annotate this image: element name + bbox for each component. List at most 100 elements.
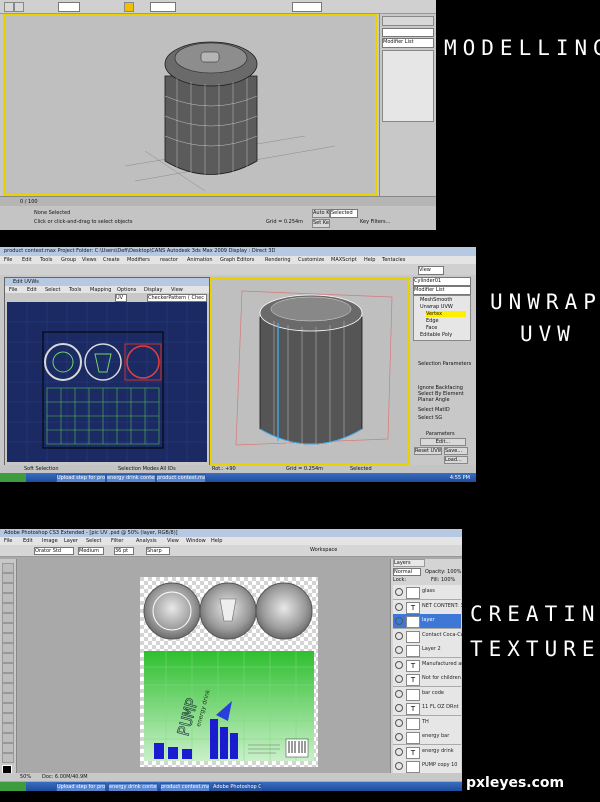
eye-icon[interactable]	[395, 602, 403, 611]
layer-row[interactable]: layer	[393, 614, 461, 629]
menu-item[interactable]: Animation	[187, 257, 213, 263]
eye-icon[interactable]	[395, 704, 403, 712]
layer-row[interactable]: T 11 FL OZ DRnt	[393, 701, 461, 716]
crop-tool[interactable]	[2, 603, 14, 613]
layer-row[interactable]: glass	[393, 585, 461, 600]
menu-item[interactable]: Group	[61, 257, 76, 263]
stack-editable-poly[interactable]: Editable Poly	[420, 332, 452, 338]
pen-tool[interactable]	[2, 703, 14, 713]
planar-angle-field[interactable]: Planar Angle	[418, 397, 450, 403]
brush-tool[interactable]	[2, 633, 14, 643]
reset-uvws-button[interactable]: Reset UVWs	[414, 447, 442, 455]
menu-item[interactable]: Select	[86, 538, 101, 544]
opacity-field[interactable]: Opacity: 100%	[425, 569, 461, 575]
history-brush-tool[interactable]	[2, 653, 14, 663]
font-style-dropdown[interactable]: Medium	[78, 547, 104, 555]
load-button[interactable]: Load...	[444, 456, 468, 464]
menu-item[interactable]: reactor	[160, 257, 178, 263]
eye-icon[interactable]	[395, 762, 403, 770]
menu-item[interactable]: MAXScript	[331, 257, 357, 263]
eye-icon[interactable]	[395, 646, 403, 654]
key-mode-dropdown[interactable]: Selected	[330, 209, 358, 218]
modifier-list-dropdown[interactable]: Modifier List	[413, 286, 471, 295]
stack-face[interactable]: Face	[426, 325, 437, 331]
modifier-stack[interactable]: MeshSmooth Unwrap UVW Vertex Edge Face E…	[413, 295, 471, 341]
layer-row[interactable]: Tenergy drink	[393, 744, 461, 760]
clone-stamp-tool[interactable]	[2, 643, 14, 653]
modifier-stack[interactable]	[382, 50, 434, 122]
healing-brush-tool[interactable]	[2, 623, 14, 633]
soft-selection-rollout[interactable]: Soft Selection	[24, 466, 59, 472]
object-name-field[interactable]	[382, 28, 434, 37]
menu-item[interactable]: Views	[82, 257, 96, 263]
menu-item[interactable]: Edit	[22, 257, 32, 263]
fill-field[interactable]: Fill: 100%	[431, 577, 455, 583]
stack-vertex[interactable]: Vertex	[426, 311, 466, 317]
taskbar-item-photoshop[interactable]: Adobe Photoshop C...	[212, 783, 262, 791]
menu-item[interactable]: Help	[211, 538, 222, 544]
move-icon[interactable]	[124, 2, 134, 12]
auto-key-button[interactable]: Auto Key	[312, 209, 330, 218]
modifier-list-dropdown[interactable]: Modifier List	[382, 38, 434, 48]
eye-icon[interactable]	[395, 588, 403, 596]
menu-item[interactable]: Customize	[298, 257, 324, 263]
menu-item[interactable]: File	[4, 538, 12, 544]
edit-button[interactable]: Edit...	[420, 438, 466, 446]
layer-row[interactable]: TNot for children (this...	[393, 672, 462, 687]
uv-dropdown[interactable]: UV	[115, 294, 127, 302]
taskbar-item[interactable]: product contest.max...	[156, 474, 206, 482]
save-button[interactable]: Save...	[444, 447, 468, 455]
menu-item[interactable]: Filter	[111, 538, 123, 544]
menu-item[interactable]: Layer	[64, 538, 78, 544]
key-filters-button[interactable]: Key Filters...	[360, 219, 390, 225]
perspective-viewport[interactable]	[3, 14, 377, 196]
shape-tool[interactable]	[2, 733, 14, 743]
menu-item[interactable]: Window	[186, 538, 206, 544]
taskbar-item[interactable]: energy drink contest...	[106, 474, 156, 482]
eye-icon[interactable]	[395, 675, 403, 683]
layer-row[interactable]: TH	[393, 715, 461, 731]
select-matid-button[interactable]: Select MatID	[418, 407, 450, 413]
layer-row[interactable]: PUMP copy 10	[393, 759, 461, 774]
menu-item[interactable]: Graph Editors	[220, 257, 254, 263]
menu-item[interactable]: Edit	[23, 538, 33, 544]
font-size-dropdown[interactable]: 36 pt	[114, 547, 134, 555]
eye-icon[interactable]	[395, 631, 403, 640]
menu-item[interactable]: Edit	[27, 287, 37, 293]
eye-icon[interactable]	[395, 617, 403, 625]
blur-tool[interactable]	[2, 683, 14, 693]
menu-item[interactable]: Image	[42, 538, 58, 544]
gradient-tool[interactable]	[2, 673, 14, 683]
hand-tool[interactable]	[2, 743, 14, 753]
zoom-tool[interactable]	[2, 753, 14, 763]
object-name-field[interactable]: Cylinder01	[413, 277, 471, 286]
taskbar-item[interactable]: energy drink contest...	[108, 783, 158, 791]
taskbar-item[interactable]: Upload step for prod...	[56, 783, 106, 791]
move-tool[interactable]	[2, 563, 14, 573]
menu-item[interactable]: Analysis	[136, 538, 157, 544]
blend-mode-dropdown[interactable]: Normal	[393, 568, 421, 576]
parameters-rollout[interactable]: Parameters	[426, 431, 455, 437]
menu-item[interactable]: Mapping	[90, 287, 111, 293]
eye-icon[interactable]	[395, 660, 403, 669]
menu-item[interactable]: Select	[45, 287, 60, 293]
layer-row[interactable]: bar code	[393, 686, 461, 702]
eye-icon[interactable]	[395, 747, 403, 756]
lasso-tool[interactable]	[2, 583, 14, 593]
marquee-tool[interactable]	[2, 573, 14, 583]
menu-item[interactable]: Display	[144, 287, 162, 293]
stack-edge[interactable]: Edge	[426, 318, 439, 324]
start-button[interactable]	[0, 473, 26, 482]
menu-item[interactable]: Rendering	[265, 257, 291, 263]
uv-editor-canvas[interactable]	[7, 302, 207, 462]
redo-button[interactable]	[14, 2, 24, 12]
taskbar-item[interactable]: Upload step for prod...	[56, 474, 106, 482]
eye-icon[interactable]	[395, 718, 403, 727]
layer-row[interactable]: TManufactured and ...	[393, 657, 462, 673]
select-sg-button[interactable]: Select SG	[418, 415, 442, 421]
type-tool[interactable]	[2, 713, 14, 723]
eye-icon[interactable]	[395, 689, 403, 698]
menu-item[interactable]: File	[9, 287, 17, 293]
menu-item[interactable]: Create	[103, 257, 120, 263]
menu-item[interactable]: Options	[117, 287, 136, 293]
